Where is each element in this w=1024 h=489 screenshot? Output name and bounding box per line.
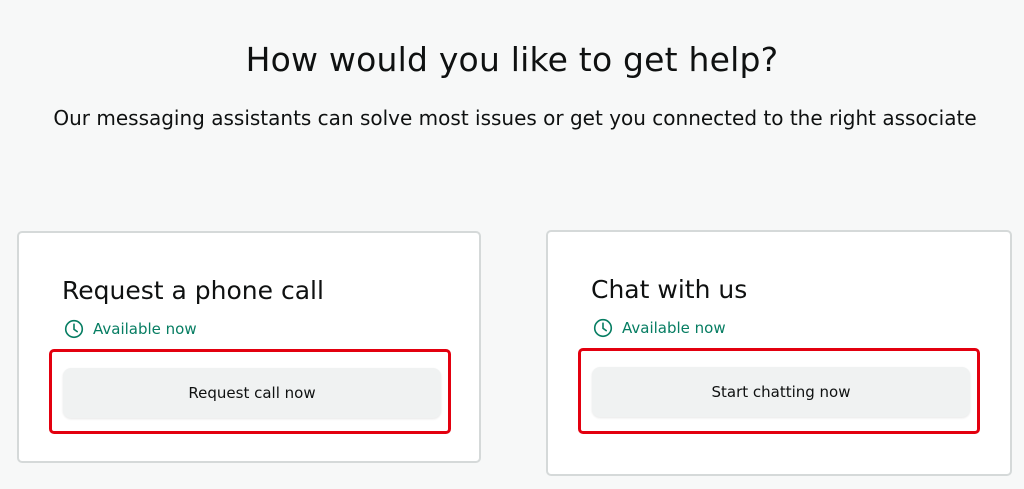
phone-call-title: Request a phone call (62, 276, 324, 305)
clock-icon (64, 319, 84, 339)
phone-call-status: Available now (64, 319, 197, 339)
page-subtitle: Our messaging assistants can solve most … (53, 106, 977, 130)
chat-title: Chat with us (591, 275, 748, 304)
status-label: Available now (93, 320, 197, 338)
chat-card: Chat with us Available now Start chattin… (546, 230, 1012, 476)
page-title: How would you like to get help? (245, 40, 779, 79)
status-label: Available now (622, 319, 726, 337)
clock-icon (593, 318, 613, 338)
request-call-button[interactable]: Request call now (63, 368, 441, 418)
chat-status: Available now (593, 318, 726, 338)
start-chatting-button[interactable]: Start chatting now (592, 367, 970, 417)
phone-call-card: Request a phone call Available now Reque… (17, 231, 481, 463)
